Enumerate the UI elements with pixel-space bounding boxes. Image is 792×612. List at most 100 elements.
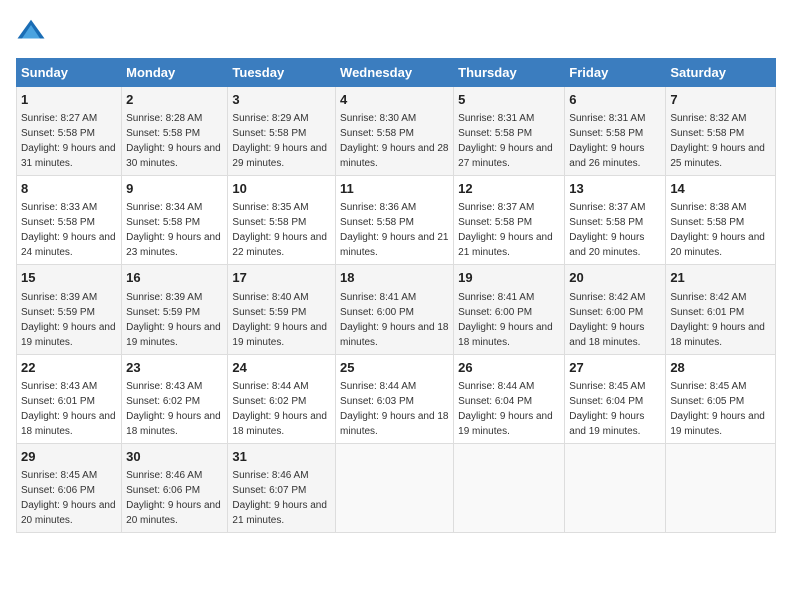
sunset: Sunset: 5:58 PM [232,217,306,228]
sunrise: Sunrise: 8:38 AM [670,202,746,213]
weekday-header-friday: Friday [565,59,666,87]
day-number: 4 [340,91,449,109]
daylight: Daylight: 9 hours and 20 minutes. [670,232,765,258]
day-number: 8 [21,180,117,198]
sunrise: Sunrise: 8:44 AM [340,381,416,392]
daylight: Daylight: 9 hours and 18 minutes. [232,411,327,437]
sunset: Sunset: 5:58 PM [458,128,532,139]
day-number: 9 [126,180,223,198]
sunset: Sunset: 6:00 PM [569,307,643,318]
day-number: 2 [126,91,223,109]
sunset: Sunset: 5:58 PM [21,217,95,228]
sunrise: Sunrise: 8:35 AM [232,202,308,213]
calendar-cell: 1Sunrise: 8:27 AMSunset: 5:58 PMDaylight… [17,87,122,176]
daylight: Daylight: 9 hours and 18 minutes. [670,322,765,348]
sunrise: Sunrise: 8:29 AM [232,113,308,124]
sunset: Sunset: 5:58 PM [569,128,643,139]
calendar-cell [336,443,454,532]
day-number: 23 [126,359,223,377]
daylight: Daylight: 9 hours and 20 minutes. [21,500,116,526]
daylight: Daylight: 9 hours and 18 minutes. [126,411,221,437]
sunrise: Sunrise: 8:32 AM [670,113,746,124]
weekday-header-sunday: Sunday [17,59,122,87]
daylight: Daylight: 9 hours and 25 minutes. [670,143,765,169]
calendar-cell: 26Sunrise: 8:44 AMSunset: 6:04 PMDayligh… [454,354,565,443]
sunset: Sunset: 5:58 PM [232,128,306,139]
day-number: 13 [569,180,661,198]
day-number: 18 [340,269,449,287]
sunrise: Sunrise: 8:41 AM [340,292,416,303]
sunrise: Sunrise: 8:45 AM [21,470,97,481]
daylight: Daylight: 9 hours and 24 minutes. [21,232,116,258]
logo-icon [16,16,46,46]
calendar-week-row: 15 Sunrise: 8:39 AM Sunset: 5:59 PM Dayligh… [17,265,776,354]
day-number: 25 [340,359,449,377]
sunrise: Sunrise: 8:31 AM [458,113,534,124]
day-number: 5 [458,91,560,109]
calendar-cell: 31Sunrise: 8:46 AMSunset: 6:07 PMDayligh… [228,443,336,532]
calendar-cell [565,443,666,532]
sunrise: Sunrise: 8:41 AM [458,292,534,303]
sunrise: Sunrise: 8:33 AM [21,202,97,213]
daylight: Daylight: 9 hours and 19 minutes. [126,322,221,348]
sunrise: Sunrise: 8:37 AM [458,202,534,213]
daylight: Daylight: 9 hours and 18 minutes. [340,411,448,437]
daylight: Daylight: 9 hours and 19 minutes. [21,322,116,348]
sunrise: Sunrise: 8:46 AM [232,470,308,481]
sunset: Sunset: 5:58 PM [569,217,643,228]
sunrise: Sunrise: 8:31 AM [569,113,645,124]
day-number: 6 [569,91,661,109]
page-header [16,16,776,46]
day-number: 15 [21,269,117,287]
day-number: 20 [569,269,661,287]
calendar-cell: 16Sunrise: 8:39 AMSunset: 5:59 PMDayligh… [122,265,228,354]
day-number: 24 [232,359,331,377]
logo [16,16,50,46]
sunset: Sunset: 6:00 PM [458,307,532,318]
daylight: Daylight: 9 hours and 21 minutes. [340,232,448,258]
sunset: Sunset: 6:04 PM [458,396,532,407]
sunrise: Sunrise: 8:42 AM [569,292,645,303]
calendar-cell: 29Sunrise: 8:45 AMSunset: 6:06 PMDayligh… [17,443,122,532]
calendar-cell: 27Sunrise: 8:45 AMSunset: 6:04 PMDayligh… [565,354,666,443]
daylight: Daylight: 9 hours and 20 minutes. [569,232,644,258]
sunset: Sunset: 5:59 PM [232,307,306,318]
weekday-header-saturday: Saturday [666,59,776,87]
day-number: 29 [21,448,117,466]
sunrise: Sunrise: 8:39 AM [21,292,97,303]
calendar-week-row: 22Sunrise: 8:43 AMSunset: 6:01 PMDayligh… [17,354,776,443]
sunset: Sunset: 5:58 PM [340,217,414,228]
daylight: Daylight: 9 hours and 18 minutes. [569,322,644,348]
sunrise: Sunrise: 8:46 AM [126,470,202,481]
calendar-week-row: 29Sunrise: 8:45 AMSunset: 6:06 PMDayligh… [17,443,776,532]
sunrise: Sunrise: 8:44 AM [458,381,534,392]
weekday-header-tuesday: Tuesday [228,59,336,87]
sunrise: Sunrise: 8:39 AM [126,292,202,303]
calendar-cell: 8 Sunrise: 8:33 AM Sunset: 5:58 PM Daylight… [17,176,122,265]
calendar-cell: 30Sunrise: 8:46 AMSunset: 6:06 PMDayligh… [122,443,228,532]
day-number: 31 [232,448,331,466]
day-number: 1 [21,91,117,109]
sunrise: Sunrise: 8:40 AM [232,292,308,303]
sunrise: Sunrise: 8:42 AM [670,292,746,303]
daylight: Daylight: 9 hours and 21 minutes. [232,500,327,526]
day-number: 26 [458,359,560,377]
calendar-header-row: SundayMondayTuesdayWednesdayThursdayFrid… [17,59,776,87]
weekday-header-thursday: Thursday [454,59,565,87]
calendar-cell: 23Sunrise: 8:43 AMSunset: 6:02 PMDayligh… [122,354,228,443]
day-number: 14 [670,180,771,198]
daylight: Daylight: 9 hours and 26 minutes. [569,143,644,169]
day-number: 16 [126,269,223,287]
calendar-cell: 19Sunrise: 8:41 AMSunset: 6:00 PMDayligh… [454,265,565,354]
sunrise: Sunrise: 8:45 AM [569,381,645,392]
sunset: Sunset: 5:58 PM [126,217,200,228]
sunrise: Sunrise: 8:43 AM [21,381,97,392]
calendar-cell: 11Sunrise: 8:36 AMSunset: 5:58 PMDayligh… [336,176,454,265]
calendar-cell: 7Sunrise: 8:32 AMSunset: 5:58 PMDaylight… [666,87,776,176]
sunrise: Sunrise: 8:30 AM [340,113,416,124]
calendar-cell: 18Sunrise: 8:41 AMSunset: 6:00 PMDayligh… [336,265,454,354]
calendar-cell: 17Sunrise: 8:40 AMSunset: 5:59 PMDayligh… [228,265,336,354]
day-number: 3 [232,91,331,109]
calendar-cell: 13Sunrise: 8:37 AMSunset: 5:58 PMDayligh… [565,176,666,265]
sunrise: Sunrise: 8:28 AM [126,113,202,124]
